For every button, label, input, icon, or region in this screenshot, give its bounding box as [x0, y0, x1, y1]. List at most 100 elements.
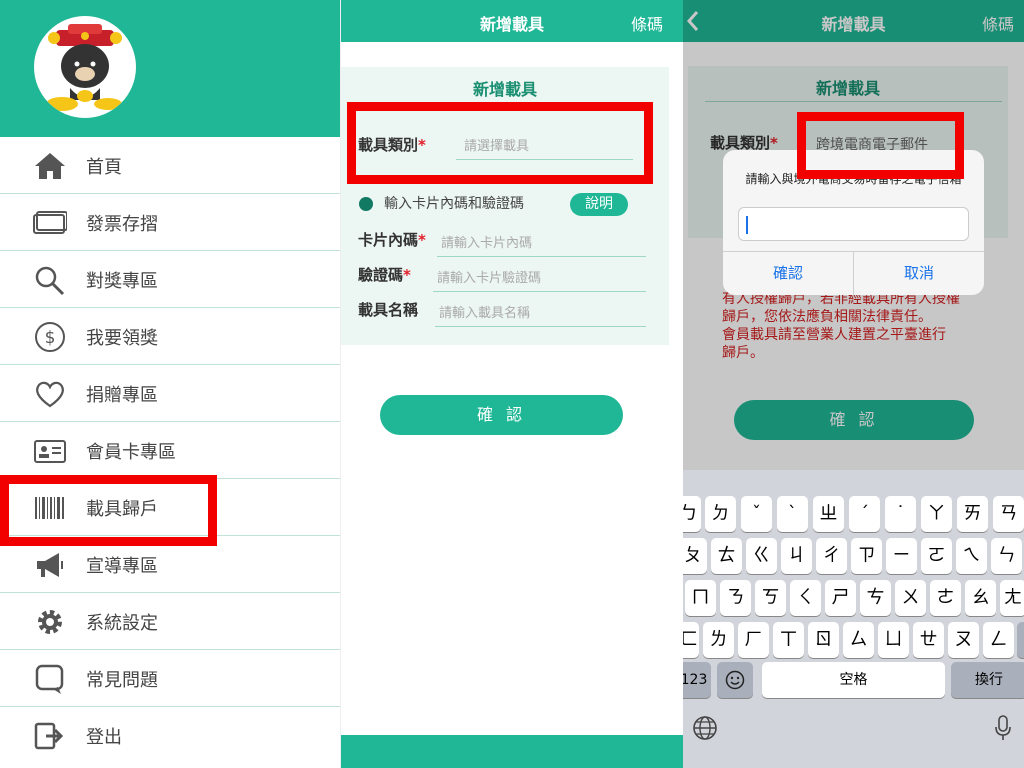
- keyboard-key[interactable]: ㄊ: [711, 538, 742, 574]
- carrier-name-input[interactable]: 請輸入載具名稱: [435, 302, 646, 327]
- keyboard-key[interactable]: ㄌ: [703, 622, 734, 658]
- bottom-bar: [341, 735, 683, 768]
- mascot-avatar: [34, 16, 136, 118]
- keyboard-key[interactable]: ㄐ: [781, 538, 812, 574]
- keyboard-key[interactable]: ˊ: [849, 496, 880, 532]
- keyboard-key[interactable]: ㄩ: [878, 622, 909, 658]
- emoji-icon: [725, 670, 745, 690]
- keyboard-key[interactable]: ˋ: [777, 496, 808, 532]
- menu-label: 我要領獎: [86, 328, 158, 349]
- menu-item-settings[interactable]: 系統設定: [0, 593, 340, 650]
- verify-code-label: 驗證碼*: [358, 266, 411, 284]
- email-dialog-panel: 新增載具 條碼 新增載具 載具類別* 跨境電商電子郵件 有人授權歸戶，若非經載具…: [683, 0, 1024, 768]
- keyboard-key[interactable]: ㄆ: [683, 538, 707, 574]
- verify-code-input[interactable]: 請輸入卡片驗證碼: [433, 267, 646, 292]
- menu-label: 常見問題: [86, 670, 158, 691]
- menu-label: 系統設定: [86, 613, 158, 634]
- text-caret: [746, 216, 748, 234]
- keyboard-key[interactable]: ㄢ: [993, 496, 1024, 532]
- card-title: 新增載具: [472, 80, 537, 99]
- keyboard-key[interactable]: ㄜ: [930, 580, 961, 616]
- keyboard-key[interactable]: ㄉ: [705, 496, 736, 532]
- keyboard-key[interactable]: ㄘ: [860, 580, 891, 616]
- menu-item-logout[interactable]: 登出: [0, 707, 340, 764]
- menu-item-invoice-book[interactable]: 發票存摺: [0, 194, 340, 251]
- keyboard-key[interactable]: ˇ: [741, 496, 772, 532]
- microphone-icon[interactable]: [993, 714, 1013, 742]
- keyboard-key[interactable]: ˙: [885, 496, 916, 532]
- keyboard-key[interactable]: ㄣ: [991, 538, 1022, 574]
- keyboard-key[interactable]: ㄨ: [895, 580, 926, 616]
- barcode-nav-button[interactable]: 條碼: [631, 11, 663, 35]
- cards-icon: [33, 211, 67, 234]
- add-carrier-panel: 新增載具 條碼 新增載具 載具類別* 請選擇載具 輸入卡片內碼和驗證碼 說明 卡…: [341, 0, 683, 768]
- menu-label: 登出: [86, 727, 122, 748]
- keyboard-key[interactable]: ㄙ: [843, 622, 874, 658]
- keyboard-key[interactable]: ㄧ: [886, 538, 917, 574]
- keyboard-key[interactable]: ㄔ: [816, 538, 847, 574]
- magnifier-icon: [35, 266, 65, 296]
- keyboard-key[interactable]: ㄛ: [921, 538, 952, 574]
- keyboard-key[interactable]: ㄚ: [921, 496, 952, 532]
- menu-item-donation[interactable]: 捐贈專區: [0, 365, 340, 422]
- keyboard-key[interactable]: ㄏ: [738, 622, 769, 658]
- card-code-label: 卡片內碼*: [358, 231, 426, 249]
- menu-label: 對獎專區: [86, 271, 158, 292]
- keyboard-key[interactable]: ㄡ: [948, 622, 979, 658]
- logout-icon: [34, 722, 64, 750]
- home-icon: [35, 153, 65, 179]
- keyboard-key[interactable]: ㄑ: [790, 580, 821, 616]
- globe-icon[interactable]: [692, 715, 718, 741]
- question-bubble-icon: [35, 664, 64, 694]
- zhuyin-keyboard: ㄅ ㄉ ˇ ˋ ㄓ ˊ ˙ ㄚ ㄞ ㄢ ㄆ ㄊ ㄍ ㄐ ㄔ ㄗ ㄧ ㄛ ㄟ ㄣ …: [683, 470, 1024, 768]
- menu-item-home[interactable]: 首頁: [0, 137, 340, 194]
- keyboard-key[interactable]: ㄅ: [683, 496, 701, 532]
- help-button[interactable]: 說明: [570, 193, 628, 216]
- keyboard-key[interactable]: ㄋ: [720, 580, 751, 616]
- keyboard-key[interactable]: ㄒ: [773, 622, 804, 658]
- keyboard-key[interactable]: ㄤ: [1000, 580, 1024, 616]
- carrier-name-label: 載具名稱: [358, 301, 419, 319]
- menu-item-faq[interactable]: 常見問題: [0, 650, 340, 707]
- alert-cancel-button[interactable]: 取消: [854, 262, 984, 283]
- keyboard-key[interactable]: ㄗ: [851, 538, 882, 574]
- keyboard-key[interactable]: ㄇ: [685, 580, 716, 616]
- gear-icon: [38, 610, 62, 634]
- keyboard-key[interactable]: ㄟ: [956, 538, 987, 574]
- keyboard-key[interactable]: ㄈ: [683, 622, 699, 658]
- radio-option-dot[interactable]: [359, 197, 373, 211]
- card-code-input[interactable]: 請輸入卡片內碼: [437, 232, 646, 257]
- highlight-box: [347, 102, 653, 184]
- alert-confirm-button[interactable]: 確認: [723, 262, 853, 283]
- keyboard-key[interactable]: ㄍ: [746, 538, 777, 574]
- menu-item-member-card[interactable]: 會員卡專區: [0, 422, 340, 479]
- emoji-key[interactable]: [717, 662, 753, 698]
- email-input[interactable]: [738, 207, 969, 241]
- backspace-key[interactable]: [1017, 622, 1024, 658]
- keyboard-key[interactable]: ㄓ: [813, 496, 844, 532]
- keyboard-key[interactable]: ㄥ: [983, 622, 1014, 658]
- confirm-button[interactable]: 確 認: [380, 395, 623, 435]
- keyboard-key[interactable]: ㄖ: [808, 622, 839, 658]
- space-key[interactable]: 空格: [762, 662, 945, 698]
- megaphone-icon: [37, 553, 63, 577]
- highlight-box: [0, 475, 217, 546]
- menu-item-lottery-check[interactable]: 對獎專區: [0, 251, 340, 308]
- keyboard-key[interactable]: ㄎ: [755, 580, 786, 616]
- member-card-icon: [34, 440, 66, 463]
- menu-label: 首頁: [86, 157, 122, 178]
- number-switch-key[interactable]: 123: [683, 662, 711, 698]
- highlight-box: [797, 112, 964, 179]
- nav-bar: 新增載具 條碼: [341, 0, 683, 42]
- svg-text:$: $: [45, 328, 56, 348]
- menu-item-claim-prize[interactable]: $ 我要領獎: [0, 308, 340, 365]
- side-menu-panel: 首頁 發票存摺 對獎專區 $ 我要領獎 捐贈專區 會員卡專區 載具歸戶 宣導專區…: [0, 0, 341, 768]
- heart-icon: [36, 381, 64, 408]
- keyboard-key[interactable]: ㄝ: [913, 622, 944, 658]
- menu-label: 宣導專區: [86, 556, 158, 577]
- menu-header: [0, 0, 340, 137]
- keyboard-key[interactable]: ㄠ: [965, 580, 996, 616]
- return-key[interactable]: 換行: [951, 662, 1024, 698]
- keyboard-key[interactable]: ㄕ: [825, 580, 856, 616]
- keyboard-key[interactable]: ㄞ: [957, 496, 988, 532]
